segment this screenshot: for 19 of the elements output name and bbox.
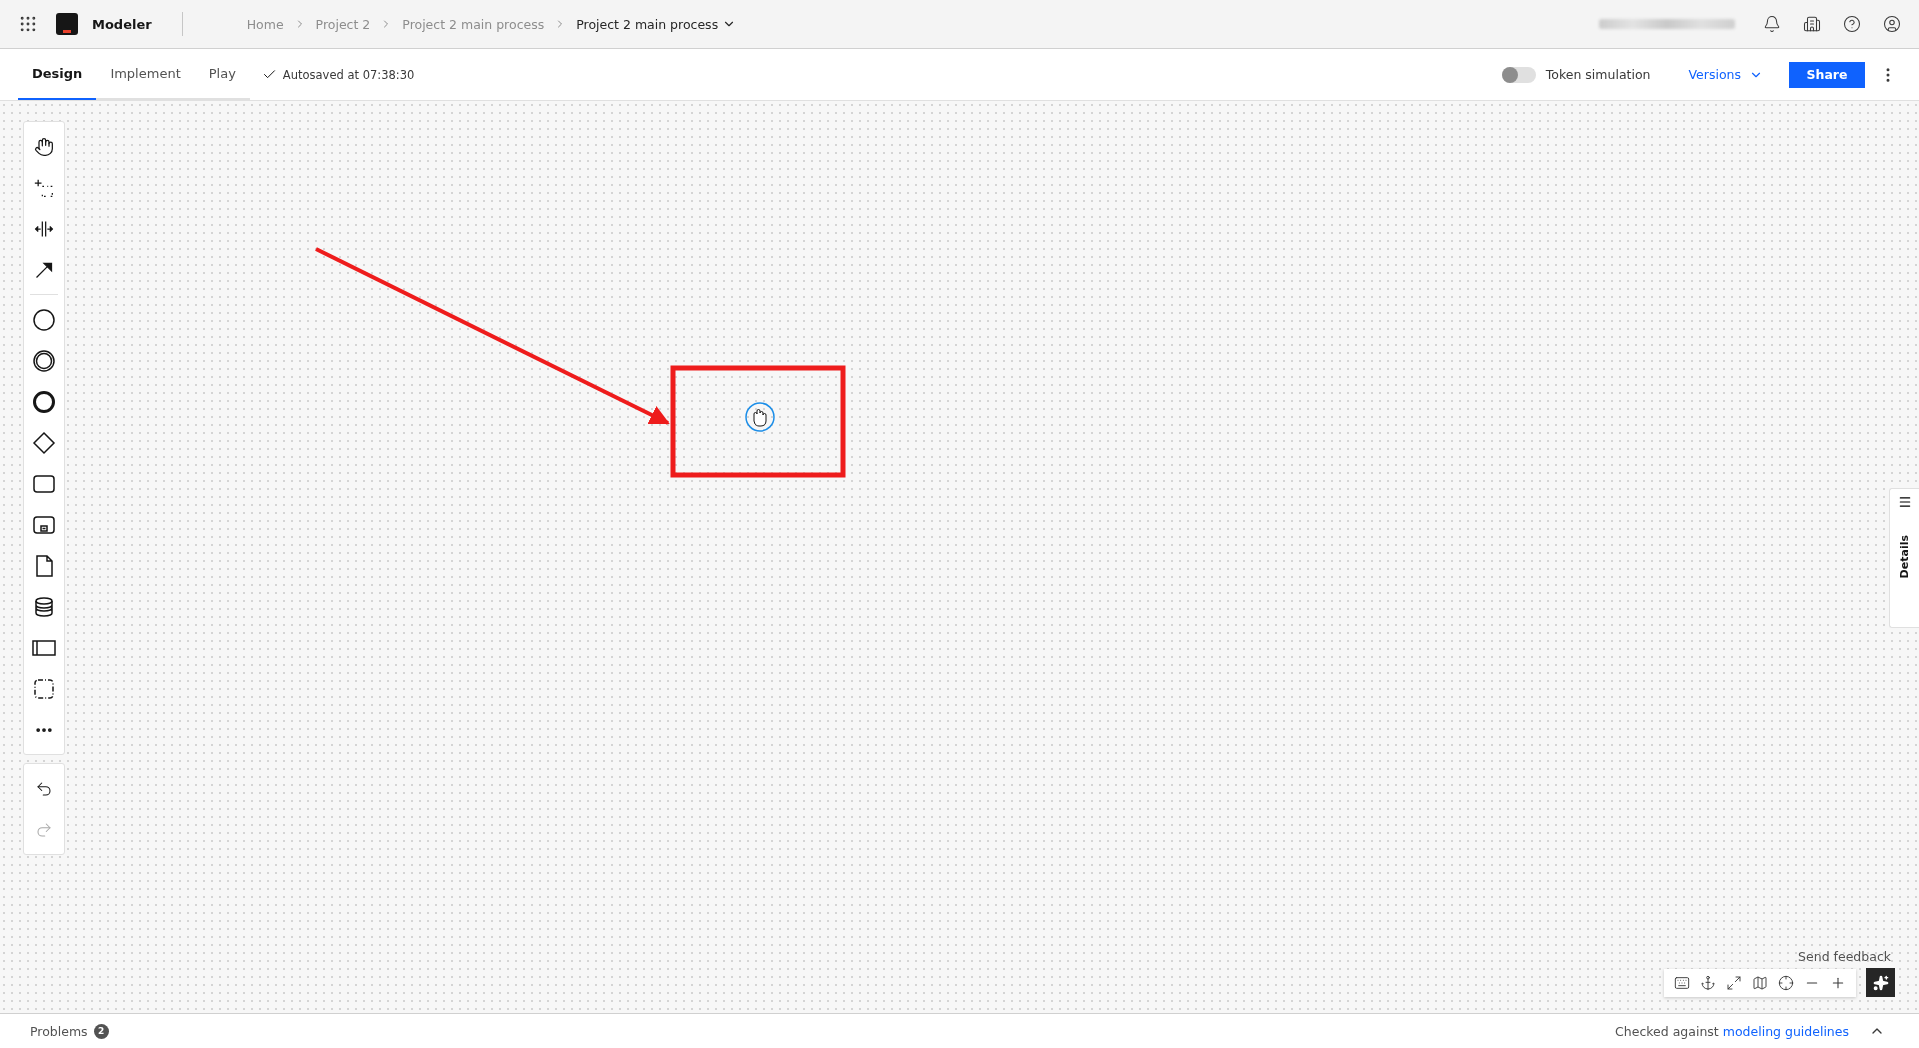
guidelines-label: Checked against — [1615, 1023, 1719, 1039]
send-feedback-link[interactable]: Send feedback — [1798, 949, 1891, 964]
sparkle-button[interactable] — [1866, 968, 1895, 997]
guidelines-link[interactable]: modeling guidelines — [1722, 1023, 1849, 1039]
token-simulation-toggle[interactable] — [1501, 66, 1536, 83]
toggle-label: Token simulation — [1545, 67, 1651, 82]
breadcrumb[interactable]: Project 2 main process — [576, 16, 737, 32]
details-tab[interactable]: Details — [1889, 488, 1919, 628]
logo-icon — [56, 13, 78, 35]
problem-count: 2 — [93, 1023, 109, 1039]
diagram-canvas[interactable]: Details Send feedback — [0, 101, 1919, 1013]
menu-icon — [1897, 495, 1912, 509]
hand-cursor-icon — [745, 402, 775, 432]
app-name: Modeler — [92, 16, 152, 32]
problems-button[interactable]: Problems 2 — [30, 1023, 109, 1039]
autosave-status: Autosaved at 07:38:30 — [282, 67, 415, 82]
sparkle-icon — [1872, 974, 1889, 991]
share-button[interactable]: Share — [1789, 61, 1865, 88]
versions-button[interactable]: Versions — [1682, 66, 1769, 83]
